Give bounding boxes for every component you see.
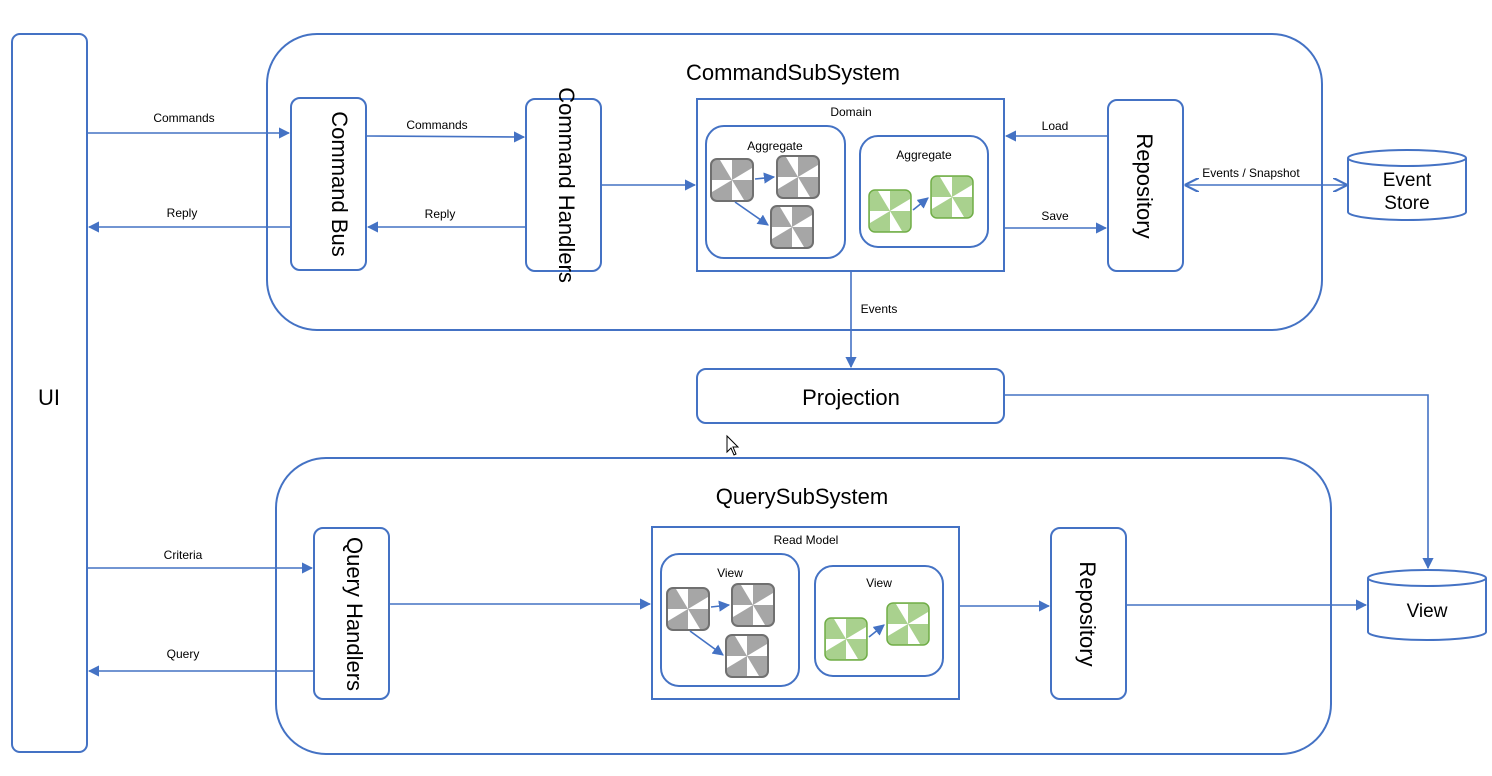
query-repository-label: Repository — [1075, 561, 1100, 666]
projection-label: Projection — [802, 385, 900, 410]
cqrs-diagram: UI CommandSubSystem Command Bus Command … — [11, 33, 1487, 755]
label-save: Save — [1041, 209, 1069, 223]
event-store-cylinder: Event Store — [1347, 149, 1467, 221]
entity-icon — [776, 155, 820, 199]
label-load: Load — [1042, 119, 1069, 133]
entity-icon-green — [824, 617, 868, 661]
mouse-cursor-icon — [726, 434, 740, 456]
entity-icon — [710, 158, 754, 202]
label-criteria: Criteria — [164, 548, 203, 562]
domain-label: Domain — [830, 105, 871, 119]
entity-icon — [725, 634, 769, 678]
view-2-label: View — [866, 576, 892, 590]
aggregate-2-label: Aggregate — [896, 148, 952, 162]
label-reply: Reply — [425, 207, 456, 221]
entity-icon — [770, 205, 814, 249]
aggregate-1-label: Aggregate — [747, 139, 803, 153]
ui-label: UI — [38, 385, 60, 410]
event-store-label: Store — [1384, 193, 1429, 214]
view-store-label: View — [1407, 601, 1448, 622]
label-commands: Commands — [406, 118, 467, 132]
view-1-label: View — [717, 566, 743, 580]
entity-icon-green — [930, 175, 974, 219]
ui-block: UI — [11, 33, 88, 753]
command-handlers-label: Command Handlers — [554, 87, 579, 283]
event-store-label: Event — [1383, 170, 1432, 191]
label-reply: Reply — [167, 206, 198, 220]
view-store-cylinder: View — [1367, 569, 1487, 641]
label-events: Events — [861, 302, 898, 316]
query-subsystem-title: QuerySubSystem — [716, 484, 888, 509]
query-subsystem: QuerySubSystem Query Handlers Read Model… — [87, 457, 1368, 755]
command-subsystem: CommandSubSystem Command Bus Command Han… — [87, 33, 1346, 331]
repository-label: Repository — [1132, 133, 1157, 238]
entity-icon — [666, 587, 710, 631]
command-subsystem-title: CommandSubSystem — [686, 60, 900, 85]
label-commands: Commands — [153, 111, 214, 125]
entity-icon-green — [868, 189, 912, 233]
command-bus-label: Command Bus — [327, 111, 352, 257]
entity-icon-green — [886, 602, 930, 646]
projection-box: Projection — [696, 368, 1005, 424]
label-events-snapshot: Events / Snapshot — [1202, 166, 1300, 180]
label-query: Query — [167, 647, 200, 661]
read-model-label: Read Model — [774, 533, 839, 547]
query-handlers-label: Query Handlers — [342, 537, 367, 691]
entity-icon — [731, 583, 775, 627]
arrow-bus-commands — [365, 131, 526, 143]
